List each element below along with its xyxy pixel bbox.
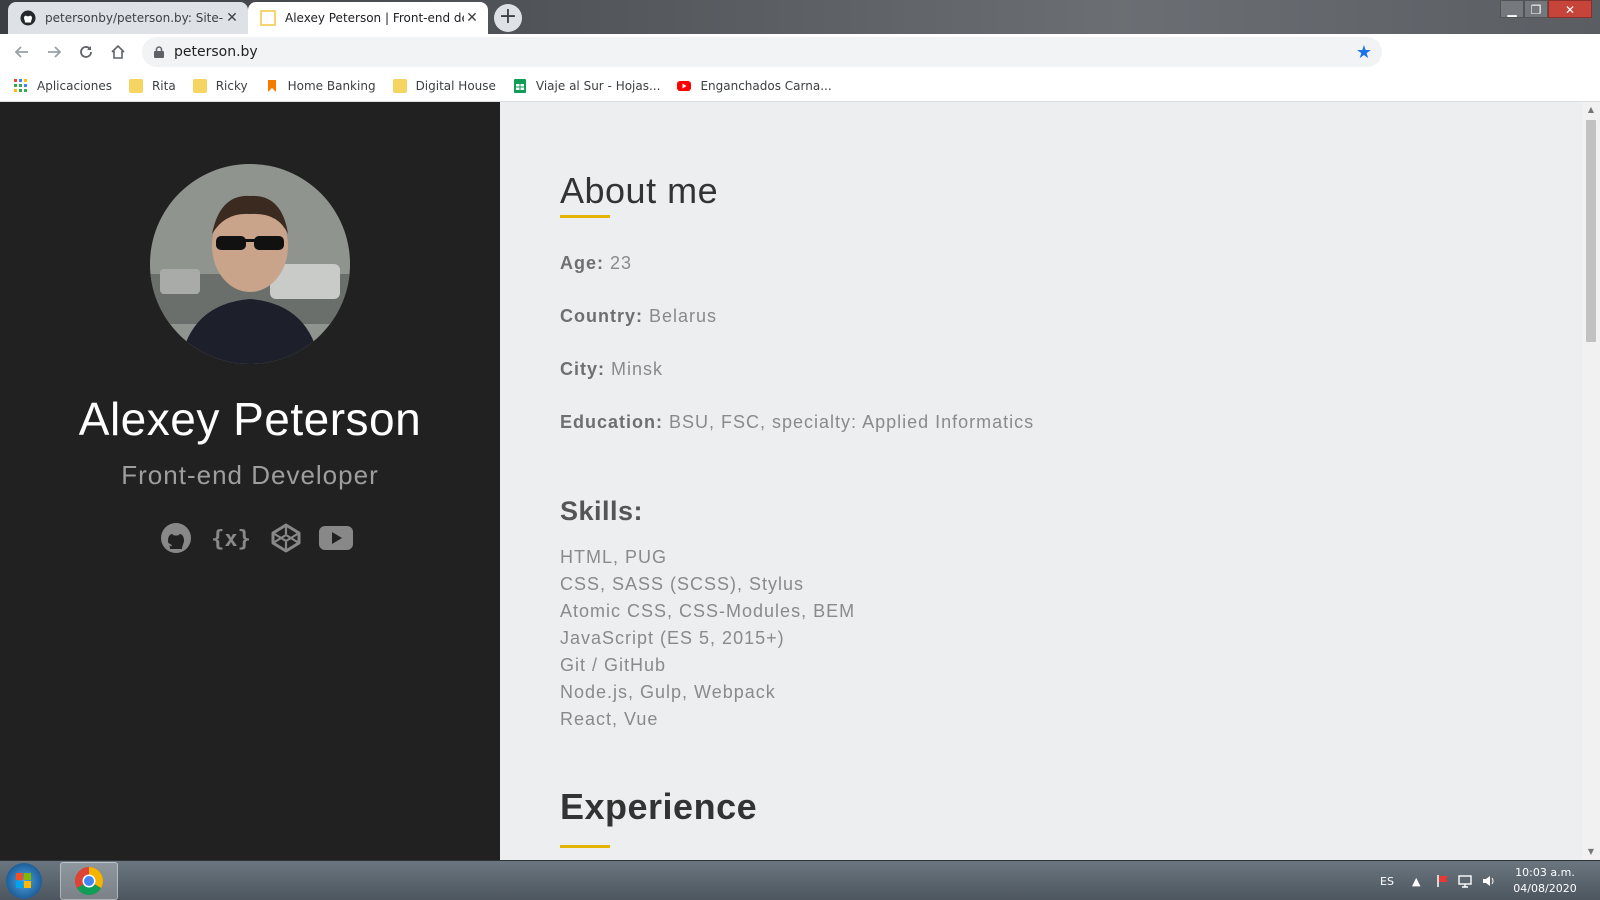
clock-time: 10:03 a.m. [1515,866,1575,879]
info-education: Education: BSU, FSC, specialty: Applied … [560,412,1034,433]
maximize-icon[interactable]: ❐ [1524,0,1548,18]
skill-item: Node.js, Gulp, Webpack [560,682,776,702]
codewars-icon[interactable]: {x} [208,520,254,556]
info-value: BSU, FSC, specialty: Applied Informatics [669,412,1035,432]
close-tab-icon[interactable]: ✕ [224,10,240,26]
bookmark-star-icon[interactable]: ★ [1356,42,1372,63]
sheets-icon [513,78,527,93]
action-center-icon[interactable] [1436,861,1450,900]
web-page: Alexey Peterson Front-end Developer {x} … [0,102,1600,860]
apps-grid-icon [14,78,28,93]
bookmark-rita[interactable]: Rita [128,78,176,93]
info-label: Age: [560,253,604,273]
skill-item: Git / GitHub [560,655,667,675]
tab-strip: petersonby/peterson.by: Site-por ✕ Alexe… [0,0,1600,34]
language-indicator[interactable]: ES [1380,861,1394,900]
skills-heading: Skills: [560,496,644,526]
bank-icon [265,79,279,93]
info-label: Education: [560,412,663,432]
reload-icon[interactable] [70,36,102,68]
windows-taskbar: ES ▲ 10:03 a.m. 04/08/2020 [0,860,1600,900]
bookmark-label: Aplicaciones [37,78,112,93]
bookmark-label: Viaje al Sur - Hojas... [535,78,661,93]
lock-icon [154,43,164,62]
tab-title: Alexey Peterson | Front-end deve [285,11,464,25]
tab-github[interactable]: petersonby/peterson.by: Site-por ✕ [8,2,248,34]
bookmark-label: Home Banking [287,78,376,93]
info-label: City: [560,359,605,379]
heading-underline [560,845,610,848]
bookmark-label: Enganchados Carna... [700,78,832,93]
chrome-icon [75,867,103,895]
skill-item: CSS, SASS (SCSS), Stylus [560,574,805,594]
profile-sidebar: Alexey Peterson Front-end Developer {x} [0,102,500,860]
new-tab-button[interactable]: + [494,4,522,32]
skill-item: Atomic CSS, CSS-Modules, BEM [560,601,856,621]
info-country: Country: Belarus [560,306,717,327]
close-window-icon[interactable]: ✕ [1548,0,1592,18]
bookmark-home-banking[interactable]: Home Banking [265,79,376,93]
svg-text:{x}: {x} [211,527,251,552]
browser-toolbar: peterson.by ★ [0,34,1600,96]
info-city: City: Minsk [560,359,663,380]
info-label: Country: [560,306,643,326]
bookmark-viaje-al-sur[interactable]: Viaje al Sur - Hojas... [513,78,661,93]
about-heading: About me [560,170,719,211]
profile-role: Front-end Developer [121,460,379,490]
bookmark-aplicaciones[interactable]: Aplicaciones [14,78,112,93]
skills-list: HTML, PUG CSS, SASS (SCSS), Stylus Atomi… [560,544,855,733]
avatar [150,164,350,364]
folder-icon [128,78,143,93]
chrome-taskbar-button[interactable] [60,862,118,900]
youtube-icon [677,79,692,93]
window-controls: ▁ ❐ ✕ [1500,0,1592,18]
bookmark-ricky[interactable]: Ricky [192,78,248,93]
bookmarks-bar: Aplicaciones Rita Ricky Home Banking Dig… [0,70,1600,102]
bookmark-label: Digital House [415,78,496,93]
main-content: About me Age: 23 Country: Belarus City: … [500,102,1582,860]
close-tab-icon[interactable]: ✕ [464,10,480,26]
folder-icon [392,78,407,93]
scrollbar-thumb[interactable] [1586,120,1596,342]
skill-item: HTML, PUG [560,547,668,567]
codepen-icon[interactable] [268,520,304,556]
network-icon[interactable] [1458,861,1472,900]
scroll-up-icon[interactable]: ▲ [1586,105,1596,115]
page-icon [260,10,276,26]
forward-icon[interactable] [38,36,70,68]
github-icon [20,10,36,26]
youtube-icon[interactable] [318,520,354,556]
bookmark-enganchados[interactable]: Enganchados Carna... [677,78,832,93]
bookmark-label: Ricky [215,78,248,93]
info-value: Minsk [611,359,664,379]
info-value: 23 [610,253,633,273]
address-bar[interactable]: peterson.by ★ [142,37,1382,67]
scroll-down-icon[interactable]: ▼ [1586,847,1596,857]
skill-item: JavaScript (ES 5, 2015+) [560,628,785,648]
tray-expand-icon[interactable]: ▲ [1412,861,1420,900]
heading-underline [560,215,610,218]
tab-peterson[interactable]: Alexey Peterson | Front-end deve ✕ [248,2,488,34]
start-button[interactable] [6,863,42,899]
system-clock[interactable]: 10:03 a.m. 04/08/2020 [1500,865,1590,897]
tab-title: petersonby/peterson.by: Site-por [45,11,224,25]
info-value: Belarus [649,306,718,326]
bookmark-label: Rita [151,78,176,93]
clock-date: 04/08/2020 [1513,882,1577,895]
home-icon[interactable] [102,36,134,68]
minimize-icon[interactable]: ▁ [1500,0,1524,18]
volume-icon[interactable] [1482,861,1496,900]
info-age: Age: 23 [560,253,632,274]
folder-icon [192,78,207,93]
profile-name: Alexey Peterson [78,393,422,445]
github-icon[interactable] [158,520,194,556]
bookmark-digital-house[interactable]: Digital House [392,78,496,93]
page-scrollbar[interactable]: ▲ ▼ [1582,102,1600,860]
skill-item: React, Vue [560,709,659,729]
url-text: peterson.by [174,44,258,60]
back-icon[interactable] [6,36,38,68]
experience-heading: Experience [560,786,758,827]
social-links: {x} [158,520,354,556]
